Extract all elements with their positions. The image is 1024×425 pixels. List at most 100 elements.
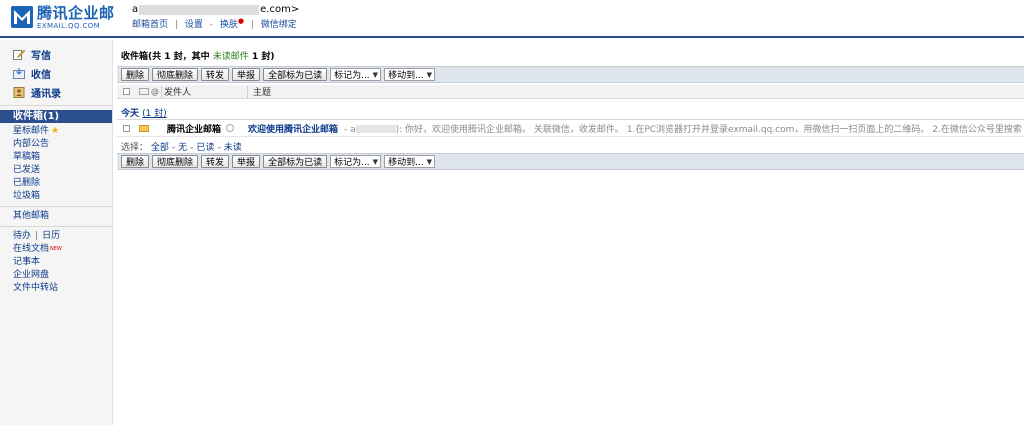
report-button[interactable]: 举报 [232, 155, 261, 168]
mail-sender[interactable]: 腾讯企业邮箱 [167, 122, 221, 135]
folder-internal-notice[interactable]: 内部公告 [0, 138, 112, 151]
column-divider [161, 86, 162, 98]
select-all-checkbox[interactable] [123, 88, 130, 95]
account-masked [139, 4, 260, 15]
title-folder: 收件箱 [121, 52, 149, 62]
mail-list-pane: 收件箱(共 1 封，其中 未读邮件 1 封) 删除 彻底删除 转发 举报 全部标… [117, 40, 1024, 425]
group-today: 今天 (1 封) [121, 106, 167, 119]
contacts-button[interactable]: 通讯录 [0, 83, 112, 102]
divider: | [35, 231, 39, 241]
top-header: 腾讯企业邮 EXMAIL.QQ.COM a e.com> 邮箱首页 | 设置 -… [0, 0, 1024, 38]
logo-name-cn: 腾讯企业邮 [37, 4, 115, 22]
compose-label: 写信 [31, 51, 51, 62]
link-settings[interactable]: 设置 [185, 20, 203, 30]
move-to-dropdown[interactable]: 移动到... ▼ [384, 155, 436, 168]
tool-notes[interactable]: 记事本 [0, 256, 112, 269]
chevron-down-icon: ▼ [372, 70, 379, 79]
select-all-link[interactable]: 全部 [151, 143, 169, 153]
attachment-header-icon: @ [151, 87, 159, 96]
folder-starred-label: 星标邮件 [13, 126, 50, 136]
nav-divider [0, 226, 112, 227]
tools-todo-calendar: 待办 | 日历 [0, 230, 112, 243]
mail-preview: - a ): 你好，欢迎使用腾讯企业邮箱。 关联微信，收发邮件。 1.在PC浏览器… [344, 122, 1022, 135]
chevron-down-icon: ▼ [426, 157, 433, 166]
folder-starred[interactable]: 星标邮件 ★ [0, 125, 112, 138]
forward-button[interactable]: 转发 [201, 155, 230, 168]
link-skin[interactable]: 换肤 [220, 20, 238, 30]
logo-name-en: EXMAIL.QQ.COM [37, 22, 101, 30]
compose-button[interactable]: 写信 [0, 45, 112, 64]
select-none-link[interactable]: 无 [178, 143, 187, 153]
table-row[interactable]: 腾讯企业邮箱 欢迎使用腾讯企业邮箱 - a ): 你好，欢迎使用腾讯企业邮箱。 关… [117, 121, 1024, 135]
delete-button[interactable]: 删除 [121, 155, 150, 168]
receive-label: 收信 [31, 70, 51, 81]
column-sender[interactable]: 发件人 [164, 85, 191, 98]
tool-enterprise-disk[interactable]: 企业网盘 [0, 269, 112, 282]
folder-drafts[interactable]: 草稿箱 [0, 151, 112, 164]
mark-all-read-button[interactable]: 全部标为已读 [263, 155, 328, 168]
column-divider [247, 86, 248, 98]
move-to-dropdown[interactable]: 移动到... ▼ [384, 68, 436, 81]
mail-subject[interactable]: 欢迎使用腾讯企业邮箱 [248, 122, 338, 135]
select-read-link[interactable]: 已读 [196, 143, 214, 153]
link-mail-home[interactable]: 邮箱首页 [132, 20, 168, 30]
folder-inbox[interactable]: 收件箱(1) [0, 110, 112, 123]
dash: - [217, 143, 221, 153]
inbox-icon [13, 68, 25, 79]
preview-lead: - a [344, 124, 356, 135]
title-unread-link[interactable]: 未读邮件 [213, 52, 249, 62]
mark-as-label: 标记为... [334, 158, 370, 168]
nav-divider [0, 105, 112, 106]
tool-todo[interactable]: 待办 [13, 231, 31, 241]
envelope-header-icon [139, 88, 149, 95]
header-links: 邮箱首页 | 设置 - 换肤● | 微信绑定 [132, 17, 297, 30]
move-to-label: 移动到... [388, 158, 424, 168]
select-unread-link[interactable]: 未读 [224, 143, 242, 153]
group-count-link[interactable]: (1 封) [142, 109, 167, 119]
row-divider [117, 136, 1024, 137]
dash: - [190, 143, 194, 153]
purge-button[interactable]: 彻底删除 [152, 155, 199, 168]
folder-sent[interactable]: 已发送 [0, 164, 112, 177]
verified-sender-icon [226, 124, 234, 132]
contacts-icon [13, 87, 25, 98]
nav-divider [0, 206, 112, 207]
mark-as-dropdown[interactable]: 标记为... ▼ [330, 155, 382, 168]
mark-as-dropdown[interactable]: 标记为... ▼ [330, 68, 382, 81]
folder-other-mailbox[interactable]: 其他邮箱 [0, 210, 112, 223]
dash: - [209, 20, 213, 30]
exmail-logo[interactable]: 腾讯企业邮 EXMAIL.QQ.COM [11, 5, 115, 33]
column-subject[interactable]: 主题 [253, 85, 271, 98]
receive-button[interactable]: 收信 [0, 64, 112, 83]
folder-spam[interactable]: 垃圾箱 [0, 190, 112, 203]
chevron-down-icon: ▼ [372, 157, 379, 166]
quick-actions: 写信 收信 通讯录 [0, 40, 112, 102]
purge-button[interactable]: 彻底删除 [152, 68, 199, 81]
link-wechat-bind[interactable]: 微信绑定 [261, 20, 297, 30]
dash: - [171, 143, 176, 153]
tool-file-transfer[interactable]: 文件中转站 [0, 282, 112, 295]
row-checkbox[interactable] [123, 124, 130, 132]
preview-masked [355, 125, 396, 133]
mark-as-label: 标记为... [334, 71, 370, 81]
report-button[interactable]: 举报 [232, 68, 261, 81]
forward-button[interactable]: 转发 [201, 68, 230, 81]
divider: | [174, 20, 178, 30]
compose-icon [13, 49, 26, 60]
unread-envelope-icon [139, 124, 149, 132]
new-badge: NEW [50, 246, 62, 252]
folder-deleted[interactable]: 已删除 [0, 177, 112, 190]
select-bar: 选择： 全部 - 无 - 已读 - 未读 [121, 140, 242, 153]
mark-all-read-button[interactable]: 全部标为已读 [263, 68, 328, 81]
delete-button[interactable]: 删除 [121, 68, 150, 81]
tool-online-docs[interactable]: 在线文档NEW [0, 243, 112, 256]
chevron-down-icon: ▼ [426, 70, 433, 79]
column-header: @ 发件人 主题 [117, 85, 1024, 99]
preview-text: ): 你好，欢迎使用腾讯企业邮箱。 关联微信，收发邮件。 1.在PC浏览器打开并… [395, 124, 1022, 135]
move-to-label: 移动到... [388, 71, 424, 81]
account-address: a e.com> [132, 4, 299, 15]
tool-calendar[interactable]: 日历 [42, 231, 60, 241]
account-prefix: a [132, 4, 139, 15]
title-count: (共 1 封，其中 [148, 52, 213, 62]
star-icon: ★ [51, 126, 60, 136]
